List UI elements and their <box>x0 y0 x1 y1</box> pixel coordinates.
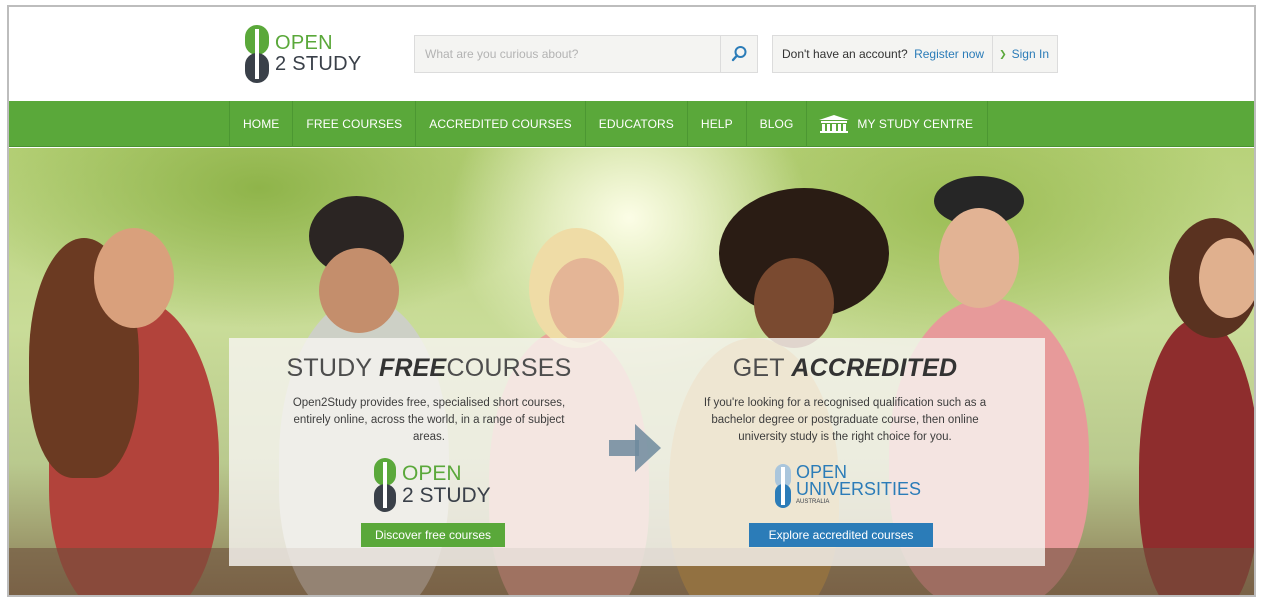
free-courses-section: STUDY FREECOURSES Open2Study provides fr… <box>229 338 629 547</box>
hero-banner: STUDY FREECOURSES Open2Study provides fr… <box>9 148 1254 595</box>
accredited-heading: GET ACCREDITED <box>732 354 958 382</box>
nav-help[interactable]: HELP <box>688 101 747 147</box>
explore-accredited-courses-button[interactable]: Explore accredited courses <box>749 523 933 547</box>
free-courses-heading: STUDY FREECOURSES <box>286 354 572 382</box>
open-universities-logo: OPEN UNIVERSITIES AUSTRALIA <box>775 463 921 508</box>
register-link[interactable]: Register now <box>914 47 984 61</box>
sign-in-button[interactable]: ❯ Sign In <box>992 36 1057 72</box>
site-header: OPEN 2 STUDY Don't have an account? Regi… <box>9 7 1254 101</box>
nav-free-courses[interactable]: FREE COURSES <box>293 101 417 147</box>
course-choice-panel: STUDY FREECOURSES Open2Study provides fr… <box>229 338 1045 566</box>
site-logo[interactable]: OPEN 2 STUDY <box>245 25 362 83</box>
main-nav: HOME FREE COURSES ACCREDITED COURSES EDU… <box>9 101 1254 147</box>
search-icon <box>731 46 747 62</box>
nav-home[interactable]: HOME <box>230 101 294 147</box>
nav-my-study-centre[interactable]: MY STUDY CENTRE <box>807 101 989 147</box>
open2study-panel-logo: OPEN 2 STUDY <box>374 458 491 512</box>
chevron-down-icon: ❯ <box>999 48 1007 59</box>
open2study-logo-icon <box>374 458 396 512</box>
nav-educators[interactable]: EDUCATORS <box>586 101 688 147</box>
free-courses-text: Open2Study provides free, specialised sh… <box>292 397 566 443</box>
accredited-section: GET ACCREDITED If you're looking for a r… <box>645 338 1045 547</box>
logo-line-2: 2 STUDY <box>275 53 362 75</box>
page-frame: OPEN 2 STUDY Don't have an account? Regi… <box>7 5 1256 597</box>
nav-blog[interactable]: BLOG <box>747 101 808 147</box>
search-input[interactable] <box>415 36 720 72</box>
account-prompt: Don't have an account? <box>782 47 908 61</box>
discover-free-courses-button[interactable]: Discover free courses <box>361 523 505 547</box>
nav-accredited-courses[interactable]: ACCREDITED COURSES <box>416 101 586 147</box>
search-button[interactable] <box>720 36 757 72</box>
building-icon <box>819 115 850 133</box>
sign-in-label: Sign In <box>1011 47 1049 61</box>
search-bar <box>414 35 758 73</box>
account-box: Don't have an account? Register now ❯ Si… <box>772 35 1058 73</box>
logo-line-1: OPEN <box>275 32 333 54</box>
open2study-logo-icon <box>245 25 269 83</box>
open-universities-logo-icon <box>775 464 791 508</box>
accredited-text: If you're looking for a recognised quali… <box>703 397 987 443</box>
